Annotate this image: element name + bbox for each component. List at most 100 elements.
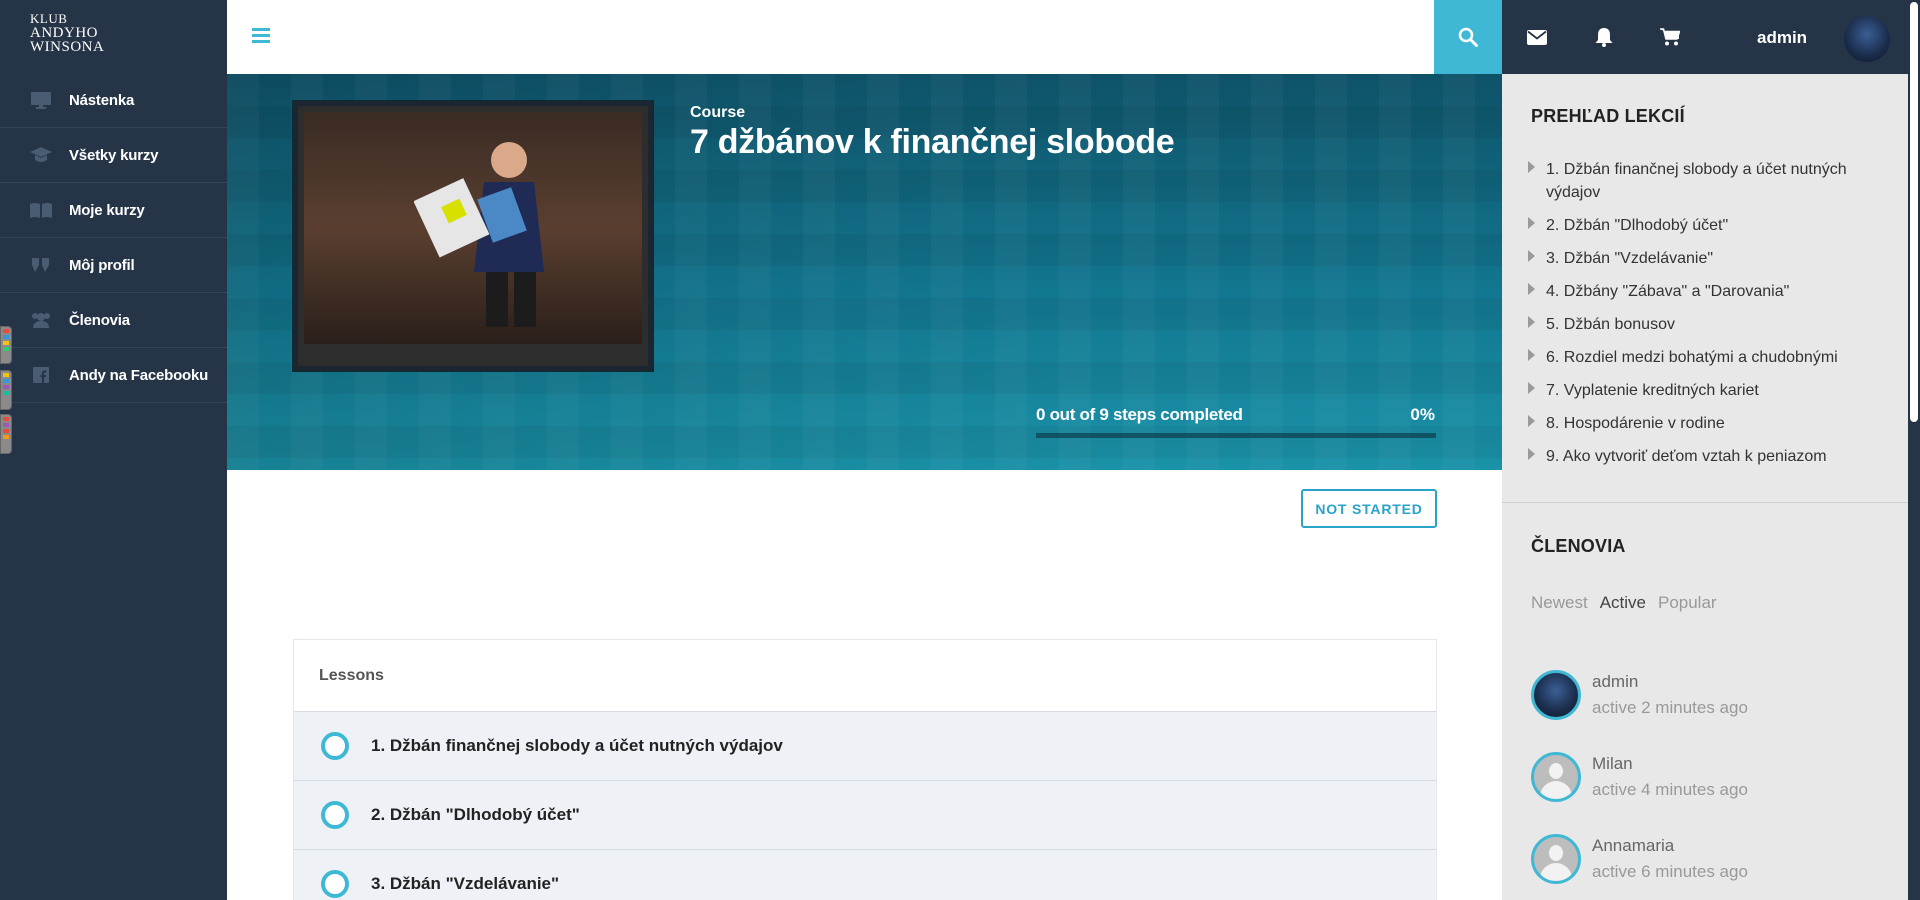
monitor-icon bbox=[30, 91, 52, 109]
members-title: ČLENOVIA bbox=[1531, 536, 1626, 556]
cart-icon[interactable] bbox=[1659, 27, 1681, 47]
caret-right-icon bbox=[1528, 382, 1535, 394]
course-title: 7 džbánov k finančnej slobode bbox=[690, 123, 1175, 161]
member-avatar[interactable] bbox=[1531, 834, 1581, 884]
brand-line-2: Andyho bbox=[30, 25, 98, 41]
member-avatar[interactable] bbox=[1531, 752, 1581, 802]
sidebar-nav: Nástenka Všetky kurzy Moje kurzy Môj pro… bbox=[0, 73, 227, 403]
member-status: active 6 minutes ago bbox=[1592, 862, 1748, 881]
brand-logo[interactable]: Klub Andyho Winsona bbox=[30, 11, 105, 55]
member-name[interactable]: Milan bbox=[1592, 754, 1748, 774]
sidebar: Klub Andyho Winsona Nástenka Všetky kurz… bbox=[0, 0, 227, 900]
filter-tab-newest[interactable]: Newest bbox=[1531, 593, 1588, 613]
quote-icon bbox=[30, 256, 52, 274]
facebook-icon bbox=[30, 366, 52, 384]
overview-item-label[interactable]: 6. Rozdiel medzi bohatými a chudobnými bbox=[1546, 346, 1838, 369]
filter-tab-popular[interactable]: Popular bbox=[1658, 593, 1717, 613]
member-item[interactable]: admin active 2 minutes ago bbox=[1531, 654, 1748, 736]
lessons-table: Lessons 1. Džbán finančnej slobody a úče… bbox=[293, 639, 1437, 900]
member-avatar[interactable] bbox=[1531, 670, 1581, 720]
page-scrollbar[interactable] bbox=[1908, 0, 1920, 900]
overview-item[interactable]: 1. Džbán finančnej slobody a účet nutnýc… bbox=[1528, 158, 1888, 204]
users-icon bbox=[30, 311, 52, 329]
video-screen-image bbox=[298, 106, 648, 366]
bell-icon[interactable] bbox=[1593, 27, 1615, 47]
sidebar-item-moj-profil[interactable]: Môj profil bbox=[0, 238, 227, 293]
sidebar-item-facebook[interactable]: Andy na Facebooku bbox=[0, 348, 227, 403]
sidebar-item-label: Členovia bbox=[69, 311, 130, 329]
lesson-row[interactable]: 1. Džbán finančnej slobody a účet nutnýc… bbox=[294, 712, 1436, 781]
progress-bar bbox=[1036, 433, 1436, 438]
topbar: admin bbox=[227, 0, 1920, 74]
sidebar-item-label: Môj profil bbox=[69, 256, 135, 274]
brand-line-3: Winsona bbox=[30, 39, 105, 55]
lesson-row[interactable]: 3. Džbán "Vzdelávanie" bbox=[294, 850, 1436, 900]
overview-item[interactable]: 5. Džbán bonusov bbox=[1528, 313, 1888, 336]
overview-item[interactable]: 6. Rozdiel medzi bohatými a chudobnými bbox=[1528, 346, 1888, 369]
overview-item[interactable]: 7. Vyplatenie kreditných kariet bbox=[1528, 379, 1888, 402]
course-status-button[interactable]: NOT STARTED bbox=[1301, 489, 1437, 528]
search-button[interactable] bbox=[1434, 0, 1502, 74]
course-label: Course bbox=[690, 104, 746, 121]
envelope-icon[interactable] bbox=[1526, 27, 1548, 47]
sidebar-item-moje-kurzy[interactable]: Moje kurzy bbox=[0, 183, 227, 238]
lesson-title[interactable]: 2. Džbán "Dlhodobý účet" bbox=[371, 805, 580, 825]
sidebar-item-label: Andy na Facebooku bbox=[69, 366, 209, 384]
member-status: active 4 minutes ago bbox=[1592, 780, 1748, 799]
overview-item-label[interactable]: 7. Vyplatenie kreditných kariet bbox=[1546, 379, 1759, 402]
overview-item-label[interactable]: 3. Džbán "Vzdelávanie" bbox=[1546, 247, 1713, 270]
lesson-title[interactable]: 1. Džbán finančnej slobody a účet nutnýc… bbox=[371, 736, 783, 756]
member-item[interactable]: Milan active 4 minutes ago bbox=[1531, 736, 1748, 818]
filter-tab-active[interactable]: Active bbox=[1600, 593, 1646, 613]
overview-item-label[interactable]: 1. Džbán finančnej slobody a účet nutnýc… bbox=[1546, 158, 1888, 204]
member-name[interactable]: Annamaria bbox=[1592, 836, 1748, 856]
progress-percent: 0% bbox=[1410, 405, 1435, 424]
hamburger-menu-icon[interactable] bbox=[252, 28, 270, 44]
caret-right-icon bbox=[1528, 448, 1535, 460]
user-name[interactable]: admin bbox=[1757, 28, 1807, 48]
overview-item[interactable]: 3. Džbán "Vzdelávanie" bbox=[1528, 247, 1888, 270]
overview-item-label[interactable]: 2. Džbán "Dlhodobý účet" bbox=[1546, 214, 1728, 237]
course-heading: Course 7 džbánov k finančnej slobode bbox=[690, 104, 1175, 162]
lesson-status-circle-icon bbox=[321, 870, 349, 898]
progress-text: 0 out of 9 steps completed bbox=[1036, 405, 1243, 424]
lesson-overview-list: 1. Džbán finančnej slobody a účet nutnýc… bbox=[1528, 158, 1888, 478]
presenter-image bbox=[414, 142, 544, 327]
caret-right-icon bbox=[1528, 349, 1535, 361]
overview-item[interactable]: 4. Džbány "Zábava" a "Darovania" bbox=[1528, 280, 1888, 303]
lesson-title[interactable]: 3. Džbán "Vzdelávanie" bbox=[371, 874, 559, 894]
caret-right-icon bbox=[1528, 250, 1535, 262]
brand-line-1: Klub bbox=[30, 11, 68, 26]
scrollbar-thumb[interactable] bbox=[1910, 2, 1918, 422]
sidebar-item-label: Všetky kurzy bbox=[69, 146, 159, 164]
overview-item[interactable]: 9. Ako vytvoriť deťom vztah k peniazom bbox=[1528, 445, 1888, 468]
caret-right-icon bbox=[1528, 415, 1535, 427]
course-hero: Course 7 džbánov k finančnej slobode 0 o… bbox=[227, 74, 1502, 470]
edge-color-widget[interactable] bbox=[0, 326, 12, 364]
member-name[interactable]: admin bbox=[1592, 672, 1748, 692]
topbar-icon-strip: admin bbox=[1434, 0, 1920, 74]
course-thumbnail[interactable] bbox=[292, 100, 654, 372]
edge-color-widget[interactable] bbox=[0, 370, 12, 410]
sidebar-item-vsetky-kurzy[interactable]: Všetky kurzy bbox=[0, 128, 227, 183]
overview-item[interactable]: 2. Džbán "Dlhodobý účet" bbox=[1528, 214, 1888, 237]
overview-item-label[interactable]: 4. Džbány "Zábava" a "Darovania" bbox=[1546, 280, 1789, 303]
caret-right-icon bbox=[1528, 316, 1535, 328]
sidebar-item-nastenka[interactable]: Nástenka bbox=[0, 73, 227, 128]
overview-item-label[interactable]: 8. Hospodárenie v rodine bbox=[1546, 412, 1725, 435]
book-icon bbox=[30, 201, 52, 219]
sidebar-item-clenovia[interactable]: Členovia bbox=[0, 293, 227, 348]
video-controls bbox=[304, 347, 642, 363]
caret-right-icon bbox=[1528, 283, 1535, 295]
members-filter-tabs: Newest Active Popular bbox=[1531, 593, 1717, 613]
overview-item-label[interactable]: 9. Ako vytvoriť deťom vztah k peniazom bbox=[1546, 445, 1827, 468]
panel-divider bbox=[1502, 502, 1908, 503]
lesson-status-circle-icon bbox=[321, 801, 349, 829]
overview-item-label[interactable]: 5. Džbán bonusov bbox=[1546, 313, 1675, 336]
search-icon bbox=[1458, 27, 1478, 47]
edge-color-widget[interactable] bbox=[0, 414, 12, 454]
member-item[interactable]: Annamaria active 6 minutes ago bbox=[1531, 818, 1748, 900]
lesson-row[interactable]: 2. Džbán "Dlhodobý účet" bbox=[294, 781, 1436, 850]
overview-item[interactable]: 8. Hospodárenie v rodine bbox=[1528, 412, 1888, 435]
user-avatar[interactable] bbox=[1842, 14, 1892, 64]
